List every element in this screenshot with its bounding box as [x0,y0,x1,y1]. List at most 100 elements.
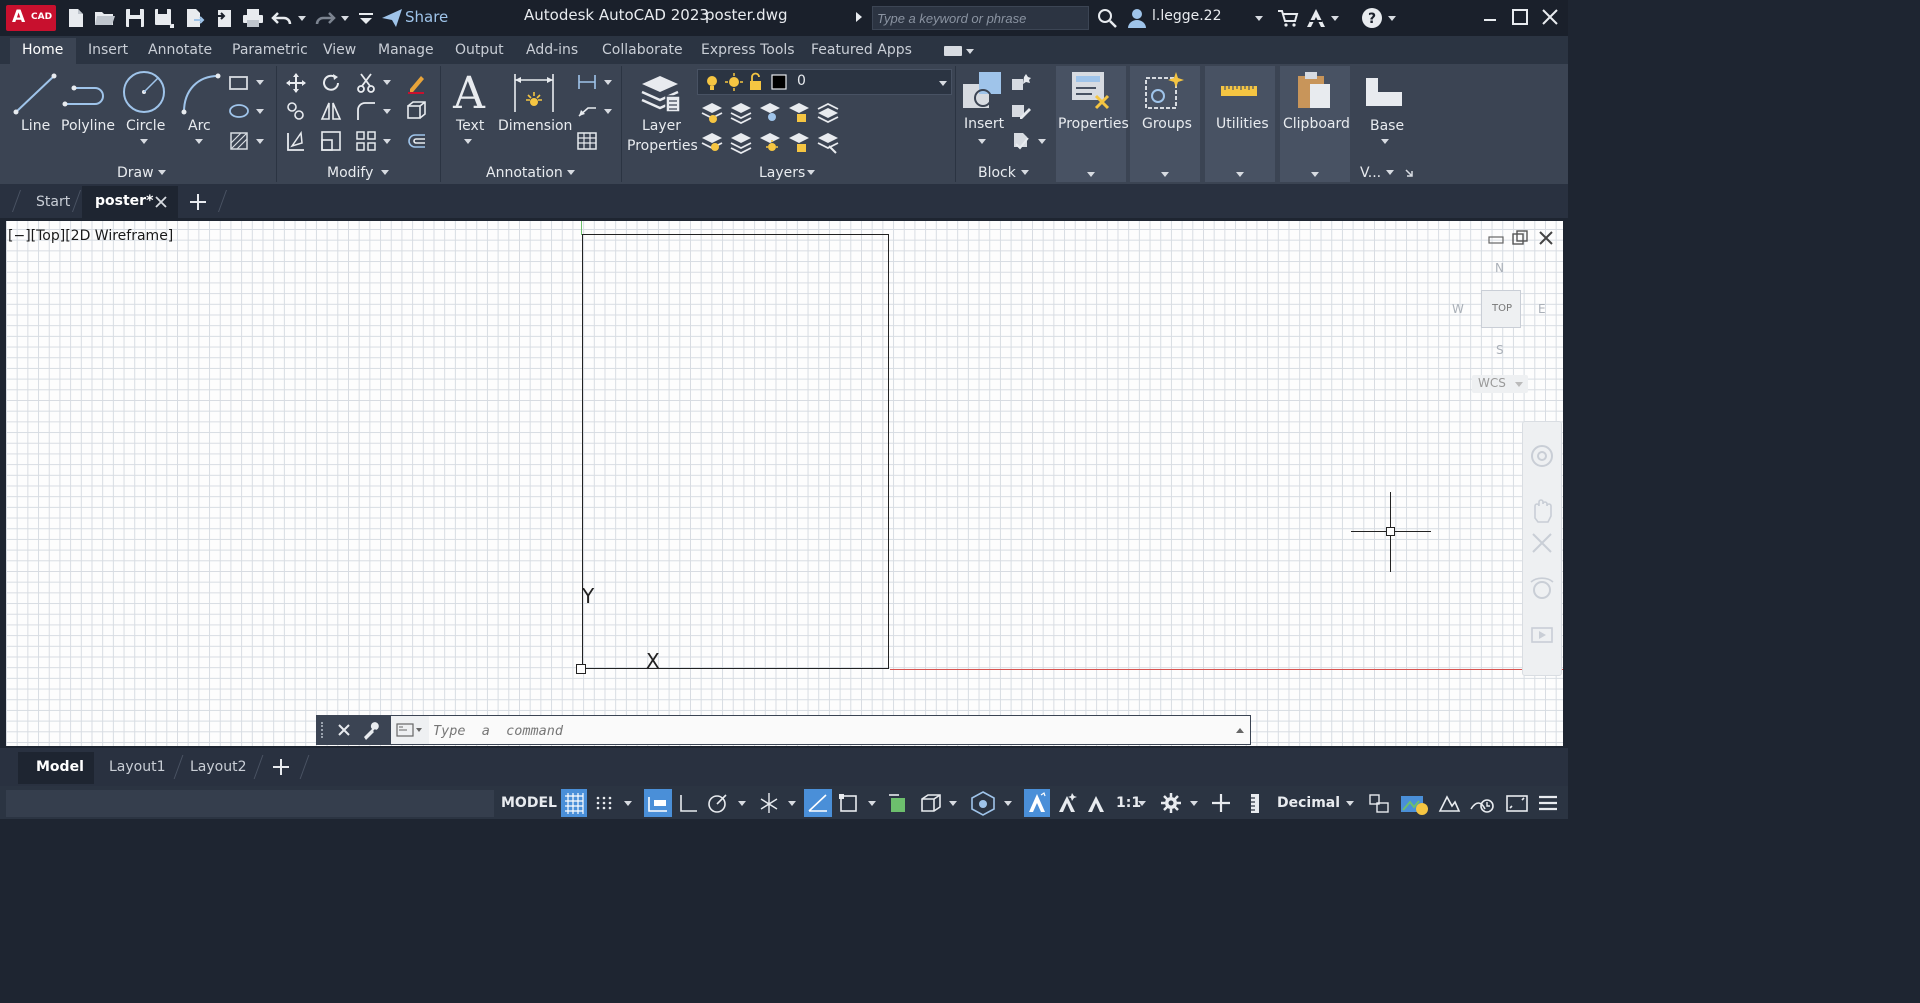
chevron-down-icon[interactable] [1331,16,1339,21]
chevron-down-icon[interactable] [949,801,957,806]
close-icon[interactable] [337,723,351,737]
tab-annotate[interactable]: Annotate [148,42,212,58]
auto-scale-icon[interactable] [1054,789,1080,817]
tab-manage[interactable]: Manage [378,42,434,58]
wcs-menu[interactable]: WCS [1472,375,1528,393]
base-view-icon[interactable] [1362,74,1406,108]
chevron-down-icon[interactable] [1236,172,1244,177]
command-line[interactable] [316,715,1251,746]
table-icon[interactable] [576,130,598,152]
new-layout-icon[interactable] [272,758,290,776]
isolate-objects-icon[interactable] [1436,789,1462,817]
text-icon[interactable]: A [451,70,487,114]
minimize-icon[interactable] [1478,6,1502,30]
compass-east[interactable]: E [1538,302,1546,316]
object-snap-tracking-toggle[interactable] [804,789,832,817]
create-block-icon[interactable] [1010,72,1032,92]
arc-button[interactable]: Arc [188,118,211,134]
redo-icon[interactable] [313,6,337,30]
annotation-visibility-toggle[interactable] [1024,789,1050,817]
clipboard-button[interactable]: Clipboard [1283,116,1350,132]
chevron-down-icon[interactable] [464,139,472,144]
chevron-down-icon[interactable] [1381,139,1389,144]
app-logo-icon[interactable]: A CAD [6,5,56,31]
search-icon[interactable] [1095,6,1119,30]
chevron-down-icon[interactable] [939,81,947,86]
insert-block-icon[interactable] [961,70,1003,112]
tab-start[interactable]: Start [36,194,70,210]
clipboard-panel[interactable]: Clipboard [1280,66,1350,182]
polyline-button[interactable]: Polyline [61,118,115,134]
polar-tracking-icon[interactable] [705,789,731,817]
dimension-icon[interactable] [512,70,556,114]
open-folder-icon[interactable] [93,6,117,30]
chevron-down-icon[interactable] [1004,801,1012,806]
chevron-down-icon[interactable] [383,109,391,114]
group-annotation-label[interactable]: Annotation [486,165,563,181]
hardware-acceleration-icon[interactable] [1468,789,1496,817]
chevron-down-icon[interactable] [1386,170,1394,175]
scale-icon[interactable] [320,130,342,152]
layer-properties-button-line2[interactable]: Properties [627,138,698,154]
group-view-label[interactable]: V... [1360,165,1381,181]
circle-icon[interactable] [122,70,168,116]
insert-button[interactable]: Insert [964,116,1004,132]
tab-output[interactable]: Output [455,42,504,58]
chevron-up-icon[interactable] [1236,728,1244,733]
tab-home[interactable]: Home [22,42,63,58]
chevron-down-icon[interactable] [807,170,815,175]
chevron-down-icon[interactable] [298,16,306,21]
selection-cycling-icon[interactable] [968,789,998,817]
chevron-down-icon[interactable] [256,139,264,144]
viewport-restore-icon[interactable] [1512,230,1528,246]
groups-button[interactable]: Groups [1142,116,1192,132]
ribbon-minimize-icon[interactable] [944,46,962,56]
ortho-mode-icon[interactable] [676,789,700,817]
chevron-down-icon[interactable] [381,170,389,175]
chevron-down-icon[interactable] [341,16,349,21]
new-file-icon[interactable] [64,6,88,30]
layer-tools-row2-icon[interactable] [700,130,840,154]
rectangle-icon[interactable] [228,73,250,93]
search-box[interactable] [872,6,1089,30]
chevron-down-icon[interactable] [256,80,264,85]
chevron-down-icon[interactable] [1388,16,1396,21]
export-icon[interactable] [182,6,206,30]
quick-properties-icon[interactable] [1366,789,1392,817]
search-input[interactable] [873,7,1088,29]
customization-menu-icon[interactable] [1536,789,1560,817]
copy-icon[interactable] [285,100,307,122]
units-value[interactable]: Decimal [1277,795,1340,811]
linear-dim-icon[interactable] [576,72,598,92]
polyline-icon[interactable] [62,72,108,112]
new-tab-icon[interactable] [189,193,207,211]
workspace-gear-icon[interactable] [1158,789,1184,817]
close-tab-icon[interactable] [155,196,167,208]
chevron-down-icon[interactable] [1161,172,1169,177]
drag-handle-icon[interactable] [321,722,325,738]
viewcube[interactable]: TOP [1481,290,1521,328]
recent-commands-button[interactable] [391,716,429,744]
close-icon[interactable] [1538,6,1562,30]
chevron-down-icon[interactable] [1038,139,1046,144]
print-icon[interactable] [241,6,265,30]
chevron-down-icon[interactable] [738,801,746,806]
tab-poster[interactable]: poster* [82,186,178,218]
chevron-down-icon[interactable] [1255,16,1263,21]
chevron-down-icon[interactable] [567,170,575,175]
help-icon[interactable]: ? [1360,6,1384,30]
tab-collaborate[interactable]: Collaborate [602,42,683,58]
group-draw-label[interactable]: Draw [117,165,154,181]
offset-icon[interactable] [405,130,427,152]
tab-insert[interactable]: Insert [88,42,128,58]
grid-toggle[interactable] [561,789,587,817]
maximize-icon[interactable] [1508,6,1532,30]
utilities-panel[interactable]: Utilities [1205,66,1275,182]
isodraft-icon[interactable] [756,789,782,817]
lineweight-icon[interactable] [885,789,911,817]
viewport-close-icon[interactable] [1538,230,1554,246]
viewport-minimize-icon[interactable] [1488,233,1504,245]
tab-layout1[interactable]: Layout1 [109,759,166,775]
base-button[interactable]: Base [1370,118,1404,134]
command-input[interactable] [431,716,1135,746]
